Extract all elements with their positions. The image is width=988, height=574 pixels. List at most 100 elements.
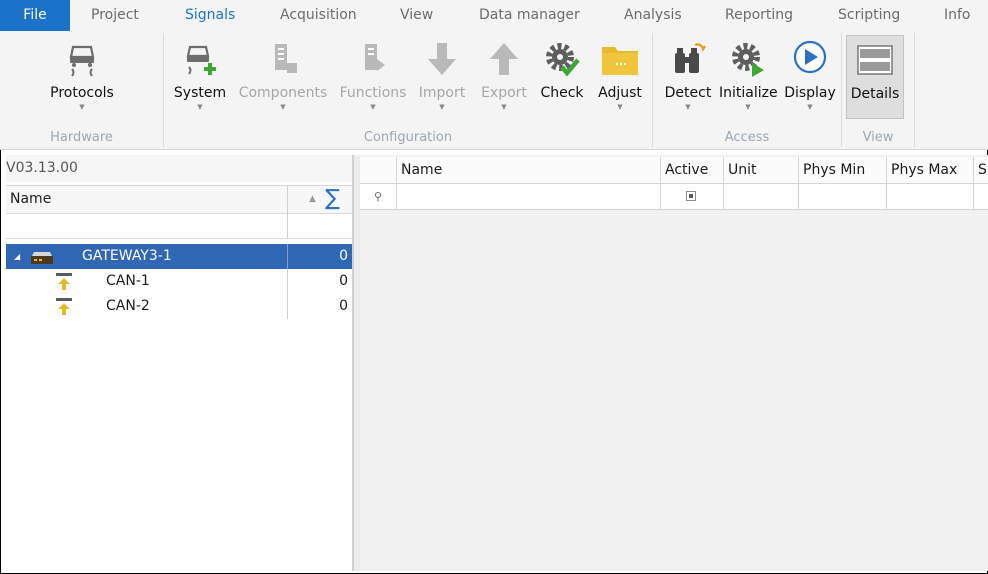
tree-row-gateway[interactable]: ◢ GATEWAY3-1 0 (6, 244, 352, 269)
filter-cell-name[interactable] (396, 184, 660, 209)
tab-reporting[interactable]: Reporting (725, 0, 793, 31)
tab-project[interactable]: Project (91, 0, 139, 31)
can-bus-icon (56, 298, 72, 315)
sum-icon[interactable]: ∑ (325, 185, 340, 212)
protocols-label: Protocols (50, 85, 114, 101)
tree-row-can1[interactable]: CAN-1 0 (6, 269, 352, 294)
check-label: Check (540, 85, 584, 101)
functions-icon (365, 44, 385, 71)
chevron-down-icon: ▼ (501, 103, 507, 111)
filter-cell-phys-max[interactable] (886, 184, 973, 209)
signals-grid: Name Active Unit Phys Min Phys Max S ⚲ (360, 155, 988, 571)
import-button[interactable]: Import ▼ (416, 39, 468, 111)
tab-scripting[interactable]: Scripting (838, 0, 900, 31)
components-label: Components (238, 85, 328, 101)
tab-view[interactable]: View (400, 0, 433, 31)
gear-check-icon (546, 43, 580, 77)
grid-column-unit[interactable]: Unit (723, 157, 798, 183)
tree-row-label: CAN-2 (106, 298, 150, 314)
expand-icon[interactable]: ◢ (14, 244, 20, 269)
chevron-down-icon: ▼ (370, 103, 376, 111)
initialize-button[interactable]: Initialize ▼ (719, 39, 778, 111)
group-label-hardware: Hardware (50, 130, 113, 145)
folder-icon (602, 47, 638, 75)
detect-button[interactable]: Detect ▼ (659, 39, 717, 111)
filter-pin-icon: ⚲ (373, 190, 383, 203)
column-separator (287, 269, 288, 294)
functions-button[interactable]: Functions ▼ (339, 39, 407, 111)
tab-file[interactable]: File (0, 0, 70, 31)
check-button[interactable]: Check (536, 39, 588, 101)
hardware-tree-panel: V03.13.00 Name ▲ ∑ ◢ GATEWAY3-1 0 CAN-1 … (6, 155, 353, 571)
tree-column-name[interactable]: Name (10, 186, 51, 213)
version-label: V03.13.00 (6, 155, 352, 182)
ribbon: Protocols ▼ Hardware System ▼ Components… (0, 31, 988, 150)
arrow-down-icon (428, 43, 456, 75)
column-separator (287, 186, 288, 213)
group-label-access: Access (724, 130, 770, 145)
gear-play-icon (732, 43, 764, 77)
protocols-icon (69, 45, 95, 77)
system-label: System (173, 85, 227, 101)
components-button[interactable]: Components ▼ (238, 39, 328, 111)
filter-cell-active[interactable] (660, 184, 723, 209)
checkbox-indeterminate-icon (689, 194, 693, 198)
tree-filter-row[interactable] (6, 213, 352, 239)
detect-label: Detect (664, 85, 712, 101)
export-button[interactable]: Export ▼ (478, 39, 530, 111)
column-separator (287, 244, 288, 269)
tab-data-manager[interactable]: Data manager (479, 0, 580, 31)
column-separator (287, 213, 288, 238)
grid-column-name[interactable]: Name (396, 157, 660, 183)
import-label: Import (418, 85, 466, 101)
group-configuration: System ▼ Components ▼ Functions ▼ Import… (164, 33, 653, 147)
export-label: Export (481, 85, 527, 101)
functions-label: Functions (339, 85, 407, 101)
group-label-configuration: Configuration (363, 130, 453, 145)
tree-row-value: 0 (339, 298, 348, 314)
system-add-icon (186, 45, 216, 75)
system-button[interactable]: System ▼ (172, 39, 228, 111)
tab-info[interactable]: Info (944, 0, 971, 31)
filter-cell-phys-min[interactable] (798, 184, 886, 209)
menu-bar: File Project Signals Acquisition View Da… (0, 0, 988, 31)
play-circle-icon (793, 40, 827, 74)
display-button[interactable]: Display ▼ (783, 39, 837, 111)
details-button[interactable]: Details (846, 35, 904, 119)
chevron-down-icon: ▼ (745, 103, 751, 111)
grid-column-active[interactable]: Active (660, 157, 723, 183)
sort-asc-icon[interactable]: ▲ (309, 194, 316, 204)
chevron-down-icon: ▼ (79, 103, 85, 111)
components-icon (275, 44, 297, 73)
grid-corner (360, 157, 396, 183)
adjust-label: Adjust (598, 85, 642, 101)
filter-checkbox[interactable] (686, 191, 696, 201)
adjust-button[interactable]: Adjust ▼ (594, 39, 646, 111)
tree-header: Name ▲ ∑ (6, 185, 352, 214)
chevron-down-icon: ▼ (439, 103, 445, 111)
chevron-down-icon: ▼ (617, 103, 623, 111)
chevron-down-icon: ▼ (685, 103, 691, 111)
filter-cell-unit[interactable] (723, 184, 798, 209)
group-access: Detect ▼ Initialize ▼ Display ▼ Access (653, 33, 842, 147)
tab-signals[interactable]: Signals (185, 0, 235, 31)
protocols-button[interactable]: Protocols ▼ (44, 39, 120, 111)
tab-acquisition[interactable]: Acquisition (280, 0, 357, 31)
tree-row-label: GATEWAY3-1 (82, 248, 172, 264)
tree-row-can2[interactable]: CAN-2 0 (6, 294, 352, 319)
chevron-down-icon: ▼ (197, 103, 203, 111)
initialize-label: Initialize (719, 85, 778, 101)
grid-column-s[interactable]: S (973, 157, 988, 183)
grid-header: Name Active Unit Phys Min Phys Max S (360, 157, 988, 184)
tree-row-value: 0 (339, 273, 348, 289)
grid-column-phys-min[interactable]: Phys Min (798, 157, 886, 183)
display-label: Display (784, 85, 836, 101)
grid-column-phys-max[interactable]: Phys Max (886, 157, 973, 183)
tree-row-value: 0 (339, 248, 348, 264)
tab-analysis[interactable]: Analysis (624, 0, 682, 31)
grid-filter-row[interactable]: ⚲ (360, 184, 988, 210)
group-view: Details View (842, 33, 915, 147)
chevron-down-icon: ▼ (807, 103, 813, 111)
group-label-view: View (862, 130, 894, 145)
filter-cell-s[interactable] (973, 184, 988, 209)
